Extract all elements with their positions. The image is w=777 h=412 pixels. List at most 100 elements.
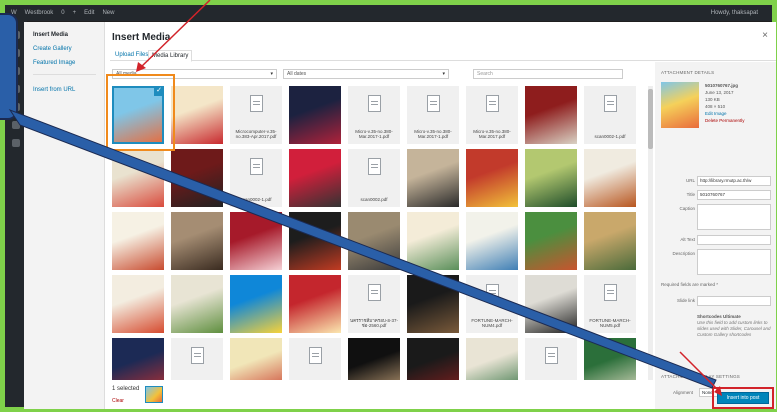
attachment-image[interactable]: [466, 338, 518, 380]
attachment-filename: Micro-v.35-no.380-Mar.2017.pdf: [473, 128, 511, 140]
new-link[interactable]: New: [102, 10, 114, 16]
attachment-image[interactable]: [289, 212, 341, 270]
url-row: URL http://library.rmutp.ac.th/w: [661, 176, 771, 187]
attachment-document[interactable]: scan0002.pdf: [348, 149, 400, 207]
attachment-document[interactable]: Micro-v.35-no.380-Mar.2017-1.pdf: [407, 86, 459, 144]
attachment-document[interactable]: FORTUNE-MARCH-NUM4.pdf: [466, 275, 518, 333]
attachment-image[interactable]: [289, 149, 341, 207]
document-icon: [368, 284, 381, 301]
attachment-document[interactable]: วารสารอสมท 1.pdf: [525, 338, 577, 380]
attachment-document[interactable]: FORTUNE-MARCH-NUM5.pdf: [584, 275, 636, 333]
date-filter-value: All dates: [287, 71, 307, 77]
slide-link-field[interactable]: [697, 296, 771, 306]
delete-permanently-link[interactable]: Delete Permanently: [705, 118, 745, 123]
attachment-image[interactable]: [584, 149, 636, 207]
attachment-filename: Microcomputer-v.35-no.383-Apr.2017.pdf: [235, 128, 277, 140]
attachment-filename: FORTUNE-MARCH-NUM5.pdf: [589, 317, 631, 329]
attachment-image[interactable]: [407, 275, 459, 333]
attachment-image[interactable]: [584, 212, 636, 270]
attachment-image[interactable]: [171, 275, 223, 333]
user-greeting[interactable]: Howdy, thaksapat: [711, 10, 772, 16]
attachment-image[interactable]: [348, 212, 400, 270]
menu-rail-icon[interactable]: [12, 139, 20, 147]
description-field[interactable]: [697, 249, 771, 275]
attachment-image[interactable]: [584, 338, 636, 380]
slide-link-label: Slide link: [676, 298, 695, 303]
attachment-image[interactable]: [407, 149, 459, 207]
menu-insert-media[interactable]: Insert Media: [33, 32, 104, 38]
selected-thumbnail[interactable]: [145, 386, 163, 403]
clear-selection-link[interactable]: Clear: [112, 398, 124, 404]
attachment-document[interactable]: นครราชสีมาครอบ-อ-37-ช่อ-2560.pdf: [348, 275, 400, 333]
menu-featured-image[interactable]: Featured Image: [33, 60, 104, 66]
shortcodes-text: Use this field to add custom links to sl…: [697, 319, 771, 337]
attachment-image[interactable]: [112, 275, 164, 333]
new-content-icon[interactable]: +: [73, 10, 77, 16]
attachment-image[interactable]: [525, 149, 577, 207]
attachment-dimensions: 408 × 510: [705, 104, 726, 109]
tab-media-library[interactable]: Media Library: [148, 50, 193, 62]
attachment-document[interactable]: FORTUNE-: [289, 338, 341, 380]
attachment-filename: scan0002.pdf: [360, 197, 388, 203]
attachment-image[interactable]: [230, 338, 282, 380]
attachment-image[interactable]: [407, 338, 459, 380]
attachment-filename: scan0002-1.pdf: [240, 197, 272, 203]
media-router-tabs: Upload Files Media Library: [110, 48, 776, 62]
attachment-document[interactable]: scan0002-1.pdf: [584, 86, 636, 144]
grid-scrollbar[interactable]: [648, 86, 653, 380]
attachment-filename: 5010760767.jpg: [705, 83, 739, 88]
attachment-image[interactable]: [525, 212, 577, 270]
attachment-image[interactable]: [289, 275, 341, 333]
attachment-filename: FORTUNE-MARCH-NUM4.pdf: [471, 317, 513, 329]
attachment-image[interactable]: [466, 212, 518, 270]
document-icon: [427, 95, 440, 112]
attachment-image[interactable]: [230, 212, 282, 270]
attachment-image[interactable]: [171, 149, 223, 207]
attachment-document[interactable]: Micro-v.35-no.380-Mar.2017-1.pdf: [348, 86, 400, 144]
caption-field[interactable]: [697, 204, 771, 230]
site-name-link[interactable]: Westbrook: [25, 10, 54, 16]
attachment-document[interactable]: Microcomputer-v.35-no.383-Apr.2017.pdf: [230, 86, 282, 144]
document-icon: [486, 284, 499, 301]
title-row: Title 5010760767: [661, 190, 771, 201]
tab-upload-files[interactable]: Upload Files: [112, 50, 151, 60]
attachment-document[interactable]: Micro-v.35-no.380-Mar.2017.pdf: [466, 86, 518, 144]
attachment-document[interactable]: scan0002-1.pdf: [230, 149, 282, 207]
attachment-image[interactable]: [525, 275, 577, 333]
attachment-image[interactable]: [112, 149, 164, 207]
modal-title: Insert Media: [112, 32, 171, 43]
attachment-image[interactable]: [466, 149, 518, 207]
attachment-image[interactable]: [525, 86, 577, 144]
attachment-image[interactable]: [171, 86, 223, 144]
close-icon[interactable]: ×: [762, 30, 768, 41]
selection-count: 1 selected: [112, 386, 140, 392]
alt-text-field[interactable]: [697, 235, 771, 245]
document-icon: [604, 95, 617, 112]
attachment-image[interactable]: [171, 212, 223, 270]
date-filter[interactable]: All dates ▾: [283, 69, 449, 79]
attachment-image[interactable]: [289, 86, 341, 144]
media-menu: Insert Media Create Gallery Featured Ima…: [24, 22, 105, 409]
required-note: Required fields are marked *: [661, 282, 719, 287]
attachment-document[interactable]: FORTUNE-: [171, 338, 223, 380]
document-icon: [250, 158, 263, 175]
menu-create-gallery[interactable]: Create Gallery: [33, 46, 104, 52]
attachment-image[interactable]: [112, 212, 164, 270]
insert-into-post-button[interactable]: Insert into post: [717, 392, 769, 404]
menu-insert-from-url[interactable]: Insert from URL: [33, 87, 104, 93]
comments-count[interactable]: 0: [61, 10, 64, 16]
attachments-grid: ✓ Microcomputer-v.35-no.383-Apr.2017.pdf M…: [112, 86, 647, 380]
attachment-filename: scan0002-1.pdf: [594, 134, 626, 140]
attachment-image[interactable]: [407, 212, 459, 270]
attachment-image[interactable]: [112, 338, 164, 380]
attachment-image[interactable]: [230, 275, 282, 333]
description-label: Description: [672, 251, 695, 256]
menu-rail-icon[interactable]: [12, 121, 20, 129]
edit-link[interactable]: Edit: [84, 10, 94, 16]
scrollbar-thumb[interactable]: [648, 89, 653, 149]
title-field[interactable]: 5010760767: [697, 190, 771, 200]
attachment-image[interactable]: [348, 338, 400, 380]
url-field[interactable]: http://library.rmutp.ac.th/w: [697, 176, 771, 186]
search-input[interactable]: Search: [473, 69, 623, 79]
edit-image-link[interactable]: Edit Image: [705, 111, 727, 116]
